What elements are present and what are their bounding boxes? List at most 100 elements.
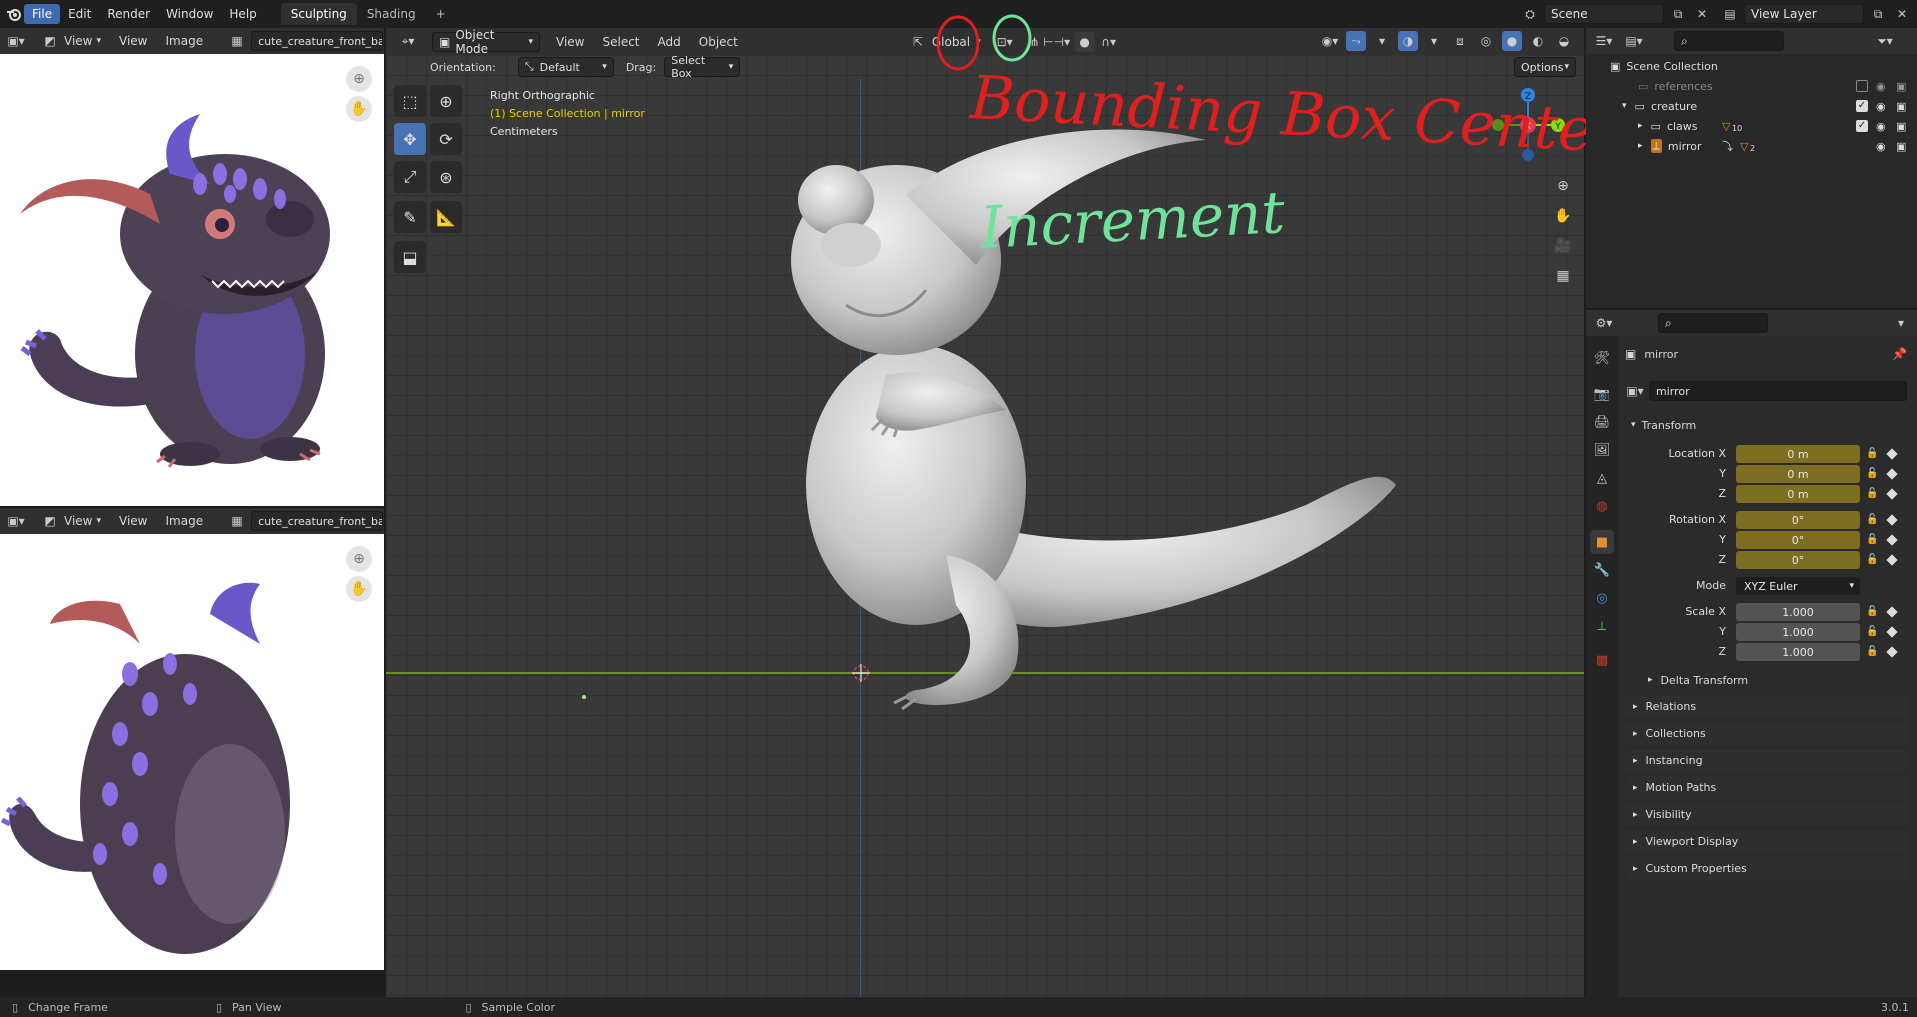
scale-z-field[interactable]: 1.000 [1736, 643, 1860, 661]
select-box-tool[interactable]: ⬚ [394, 85, 426, 117]
constraints-tab-icon[interactable]: ⟂ [1590, 614, 1614, 638]
instancing-panel[interactable]: ▸ Instancing [1625, 749, 1907, 772]
new-view-layer-icon[interactable]: ⧉ [1868, 4, 1888, 24]
image-name-field[interactable]: cute_creature_front_back. [251, 31, 384, 51]
physics-tab-icon[interactable]: ◎ [1590, 586, 1614, 610]
display-mode-icon[interactable]: ▤▾ [1624, 31, 1644, 51]
view-mode-label[interactable]: View [64, 514, 92, 528]
chevron-right-icon[interactable]: ▸ [1638, 141, 1643, 151]
output-tab-icon[interactable]: 🖨 [1590, 410, 1614, 434]
scene-field[interactable]: Scene [1544, 4, 1664, 24]
image-name-field[interactable]: cute_creature_front_back. [251, 511, 384, 531]
pan-hand-icon[interactable]: ✋ [1550, 203, 1576, 229]
viewport-display-panel[interactable]: ▸ Viewport Display [1625, 830, 1907, 853]
new-scene-icon[interactable]: ⧉ [1668, 4, 1688, 24]
checkbox-icon[interactable]: ✓ [1856, 120, 1868, 132]
add-cube-tool[interactable]: ⬓ [394, 241, 426, 273]
falloff-icon[interactable]: ∩▾ [1099, 32, 1119, 52]
filter-icon[interactable]: ⏷▾ [1875, 31, 1895, 51]
menu-select[interactable]: Select [602, 35, 639, 49]
overlays-dropdown-icon[interactable]: ▾ [1424, 31, 1444, 51]
visibility-panel[interactable]: ▸ Visibility [1625, 803, 1907, 826]
proportional-edit-icon[interactable]: ● [1074, 31, 1095, 52]
location-x-field[interactable]: 0 m [1736, 445, 1860, 463]
menu-image[interactable]: Image [166, 34, 204, 48]
move-tool[interactable]: ✥ [394, 123, 426, 155]
gizmo-toggle-icon[interactable]: ⤳ [1346, 31, 1366, 51]
texture-tab-icon[interactable]: ▩ [1590, 648, 1614, 672]
rotation-y-field[interactable]: 0° [1736, 531, 1860, 549]
menu-view[interactable]: View [119, 514, 147, 528]
outliner-item-mirror[interactable]: ▸ ⟂ mirror ⤵ ▽ 2 ◉ ▣ [1586, 136, 1916, 156]
checkbox-icon[interactable]: ✓ [1856, 100, 1868, 112]
menu-add[interactable]: Add [658, 35, 681, 49]
outliner-root[interactable]: ▣ Scene Collection [1586, 56, 1916, 76]
view-mode-icon[interactable]: ◩ [40, 511, 60, 531]
rendered-shading-icon[interactable]: ◒ [1554, 31, 1574, 51]
relations-panel[interactable]: ▸ Relations [1625, 695, 1907, 718]
zoom-icon[interactable]: ⊕ [346, 546, 372, 572]
delete-scene-icon[interactable]: ✕ [1692, 4, 1712, 24]
transform-tool[interactable]: ⊛ [430, 161, 462, 193]
delta-transform-subpanel[interactable]: ▸ Delta Transform [1640, 670, 1900, 690]
options-dropdown[interactable]: Options ▾ [1514, 57, 1576, 77]
chevron-down-icon[interactable]: ▾ [1891, 313, 1911, 333]
datablock-name-field[interactable]: mirror [1649, 381, 1907, 401]
scale-tool[interactable]: ⤢ [394, 161, 426, 193]
editor-type-icon[interactable]: ▣▾ [6, 31, 26, 51]
world-tab-icon[interactable]: ◍ [1590, 494, 1614, 518]
menu-view[interactable]: View [119, 34, 147, 48]
drag-dropdown[interactable]: Select Box ▾ [664, 54, 741, 80]
rotation-x-field[interactable]: 0° [1736, 511, 1860, 529]
eye-icon[interactable]: ◉ [1876, 140, 1886, 153]
image-canvas-bottom[interactable]: ⊕ ✋ [0, 534, 384, 970]
menu-file[interactable]: File [24, 4, 61, 24]
lock-icon[interactable]: 🔓 [1866, 646, 1878, 657]
mode-dropdown[interactable]: ▣ Object Mode ▾ [432, 28, 540, 56]
eye-icon[interactable]: ◉ [1876, 80, 1886, 93]
eye-icon[interactable]: ◉ [1876, 100, 1886, 113]
image-browse-icon[interactable]: ▦ [227, 511, 247, 531]
editor-type-icon[interactable]: ⌖▾ [398, 32, 418, 52]
modifier-tab-icon[interactable]: 🔧 [1590, 558, 1614, 582]
lock-icon[interactable]: 🔓 [1866, 606, 1878, 617]
3d-cursor-icon[interactable] [852, 664, 870, 682]
blender-logo-icon[interactable] [4, 4, 24, 24]
rotation-mode-dropdown[interactable]: XYZ Euler ▾ [1736, 577, 1860, 595]
eye-icon[interactable]: ◉ [1876, 120, 1886, 133]
menu-render[interactable]: Render [99, 4, 158, 24]
camera-icon[interactable]: 🎥 [1550, 233, 1576, 259]
tab-shading[interactable]: Shading [357, 3, 426, 25]
object-browse-icon[interactable]: ▣▾ [1625, 381, 1645, 401]
delete-view-layer-icon[interactable]: ✕ [1892, 4, 1912, 24]
editor-type-icon[interactable]: ⚙▾ [1594, 313, 1614, 333]
lock-icon[interactable]: 🔓 [1866, 514, 1878, 525]
tab-sculpting[interactable]: Sculpting [280, 3, 357, 25]
view-mode-label[interactable]: View [64, 34, 92, 48]
camera-icon[interactable]: ▣ [1896, 140, 1906, 153]
image-browse-icon[interactable]: ▦ [227, 31, 247, 51]
motion-paths-panel[interactable]: ▸ Motion Paths [1625, 776, 1907, 799]
lock-icon[interactable]: 🔓 [1866, 554, 1878, 565]
render-tab-icon[interactable]: 📷 [1590, 382, 1614, 406]
location-z-field[interactable]: 0 m [1736, 485, 1860, 503]
camera-icon[interactable]: ▣ [1896, 80, 1906, 93]
overlays-icon[interactable]: ◑ [1398, 31, 1418, 51]
zoom-icon[interactable]: ⊕ [346, 66, 372, 92]
object-tab-icon[interactable]: ■ [1590, 530, 1614, 554]
lock-icon[interactable]: 🔓 [1866, 534, 1878, 545]
properties-search-input[interactable]: ⌕ [1658, 313, 1768, 333]
solid-shading-icon[interactable]: ● [1502, 31, 1522, 51]
rotate-tool[interactable]: ⟳ [430, 123, 462, 155]
grid-icon[interactable]: ▦ [1550, 263, 1576, 289]
outliner-search-input[interactable]: ⌕ [1674, 31, 1784, 51]
rotation-z-field[interactable]: 0° [1736, 551, 1860, 569]
collections-panel[interactable]: ▸ Collections [1625, 722, 1907, 745]
zoom-icon[interactable]: ⊕ [1550, 173, 1576, 199]
scene-tab-icon[interactable]: ◬ [1590, 466, 1614, 490]
custom-properties-panel[interactable]: ▸ Custom Properties [1625, 857, 1907, 880]
scene-icon[interactable]: ⛭ [1520, 4, 1540, 24]
xray-icon[interactable]: ⧈ [1450, 31, 1470, 51]
orientation-dropdown[interactable]: ⤡ Default ▾ [517, 57, 614, 77]
chevron-down-icon[interactable]: ▾ [1622, 101, 1627, 111]
